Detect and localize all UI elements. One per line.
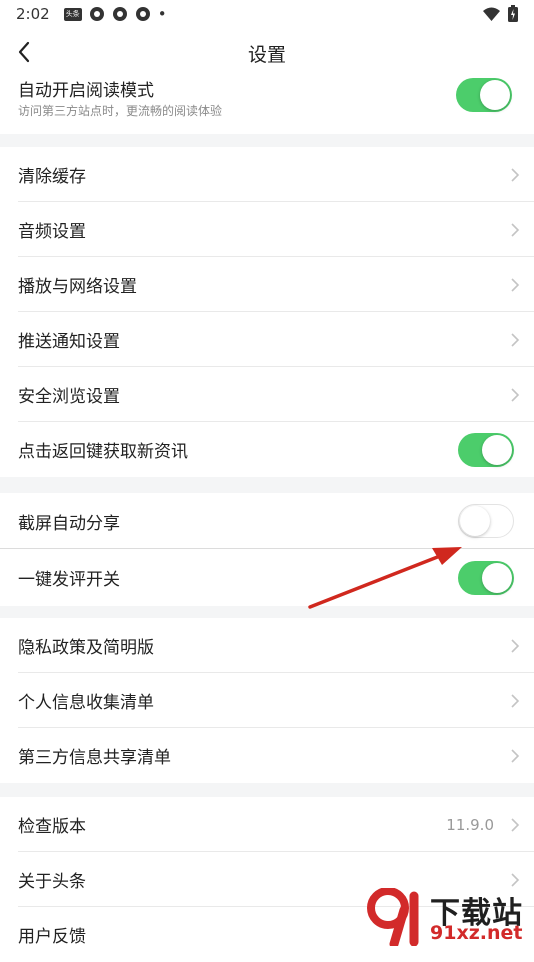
app-icon — [89, 7, 104, 21]
chevron-right-icon — [511, 748, 520, 763]
row-label: 个人信息收集清单 — [18, 693, 154, 713]
row-label: 隐私政策及简明版 — [18, 638, 154, 658]
settings-group-privacy: 隐私政策及简明版 个人信息收集清单 第三方信息共享清单 — [0, 618, 534, 783]
chevron-right-icon — [511, 332, 520, 347]
row-label: 推送通知设置 — [18, 332, 120, 352]
status-time: 2:02 — [16, 5, 50, 23]
nav-bar: 设置 — [0, 28, 534, 76]
back-key-refresh-row: 点击返回键获取新资讯 — [0, 422, 534, 477]
chevron-right-icon — [511, 277, 520, 292]
screenshot-share-toggle[interactable] — [458, 504, 514, 538]
toggle-knob — [482, 434, 512, 465]
settings-group-general: 清除缓存 音频设置 播放与网络设置 推送通知设置 安全浏览设置 点击返回键获取新… — [0, 147, 534, 477]
row-label: 第三方信息共享清单 — [18, 748, 171, 768]
row-label: 播放与网络设置 — [18, 277, 137, 297]
site-watermark: 下载站 91xz.net — [360, 886, 530, 948]
third-party-sharing-row[interactable]: 第三方信息共享清单 — [0, 728, 534, 783]
privacy-policy-row[interactable]: 隐私政策及简明版 — [0, 618, 534, 673]
row-label: 点击返回键获取新资讯 — [18, 442, 188, 462]
playback-network-row[interactable]: 播放与网络设置 — [0, 257, 534, 312]
back-key-refresh-toggle[interactable] — [458, 432, 514, 467]
watermark-domain: 91xz.net — [430, 922, 523, 944]
row-label: 关于头条 — [18, 872, 86, 892]
chevron-right-icon — [511, 693, 520, 708]
row-label: 截屏自动分享 — [18, 513, 120, 534]
clear-cache-row[interactable]: 清除缓存 — [0, 147, 534, 202]
reading-mode-row[interactable]: 自动开启阅读模式 访问第三方站点时，更流畅的阅读体验 — [0, 76, 534, 132]
app-icon — [112, 7, 127, 21]
personal-info-list-row[interactable]: 个人信息收集清单 — [0, 673, 534, 728]
chevron-right-icon — [511, 638, 520, 653]
status-notification-icons: 头条 • — [63, 5, 167, 23]
chevron-right-icon — [511, 387, 520, 402]
more-notifications-dot: • — [157, 5, 167, 23]
push-notification-row[interactable]: 推送通知设置 — [0, 312, 534, 367]
wifi-icon — [483, 7, 500, 21]
version-number: 11.9.0 — [446, 815, 494, 834]
toutiao-badge-icon: 头条 — [63, 7, 82, 21]
settings-group-share: 截屏自动分享 一键发评开关 — [0, 493, 534, 606]
chevron-right-icon — [511, 222, 520, 237]
row-label: 音频设置 — [18, 222, 86, 242]
app-icon — [135, 7, 150, 21]
reading-mode-subtitle: 访问第三方站点时，更流畅的阅读体验 — [18, 104, 223, 118]
reading-mode-section: 自动开启阅读模式 访问第三方站点时，更流畅的阅读体验 — [0, 76, 534, 134]
watermark-logo-icon — [367, 888, 419, 946]
toggle-knob — [460, 506, 490, 536]
screenshot-share-row: 截屏自动分享 — [0, 493, 534, 549]
battery-icon — [508, 5, 518, 22]
one-click-comment-toggle[interactable] — [458, 560, 514, 595]
status-bar: 2:02 头条 • — [0, 0, 534, 28]
status-system-icons — [483, 5, 518, 22]
chevron-right-icon — [511, 817, 520, 832]
row-label: 清除缓存 — [18, 167, 86, 187]
row-label: 一键发评开关 — [18, 570, 120, 590]
check-version-row[interactable]: 检查版本 11.9.0 — [0, 797, 534, 852]
toggle-knob — [480, 80, 510, 110]
toggle-knob — [482, 562, 512, 593]
one-click-comment-row: 一键发评开关 — [0, 549, 534, 606]
reading-mode-title: 自动开启阅读模式 — [18, 81, 154, 101]
reading-mode-toggle[interactable] — [456, 78, 512, 112]
row-label: 检查版本 — [18, 817, 86, 837]
row-label: 用户反馈 — [18, 927, 86, 947]
audio-settings-row[interactable]: 音频设置 — [0, 202, 534, 257]
chevron-right-icon — [511, 167, 520, 182]
safe-browsing-row[interactable]: 安全浏览设置 — [0, 367, 534, 422]
row-label: 安全浏览设置 — [18, 387, 120, 407]
page-title: 设置 — [247, 44, 286, 66]
